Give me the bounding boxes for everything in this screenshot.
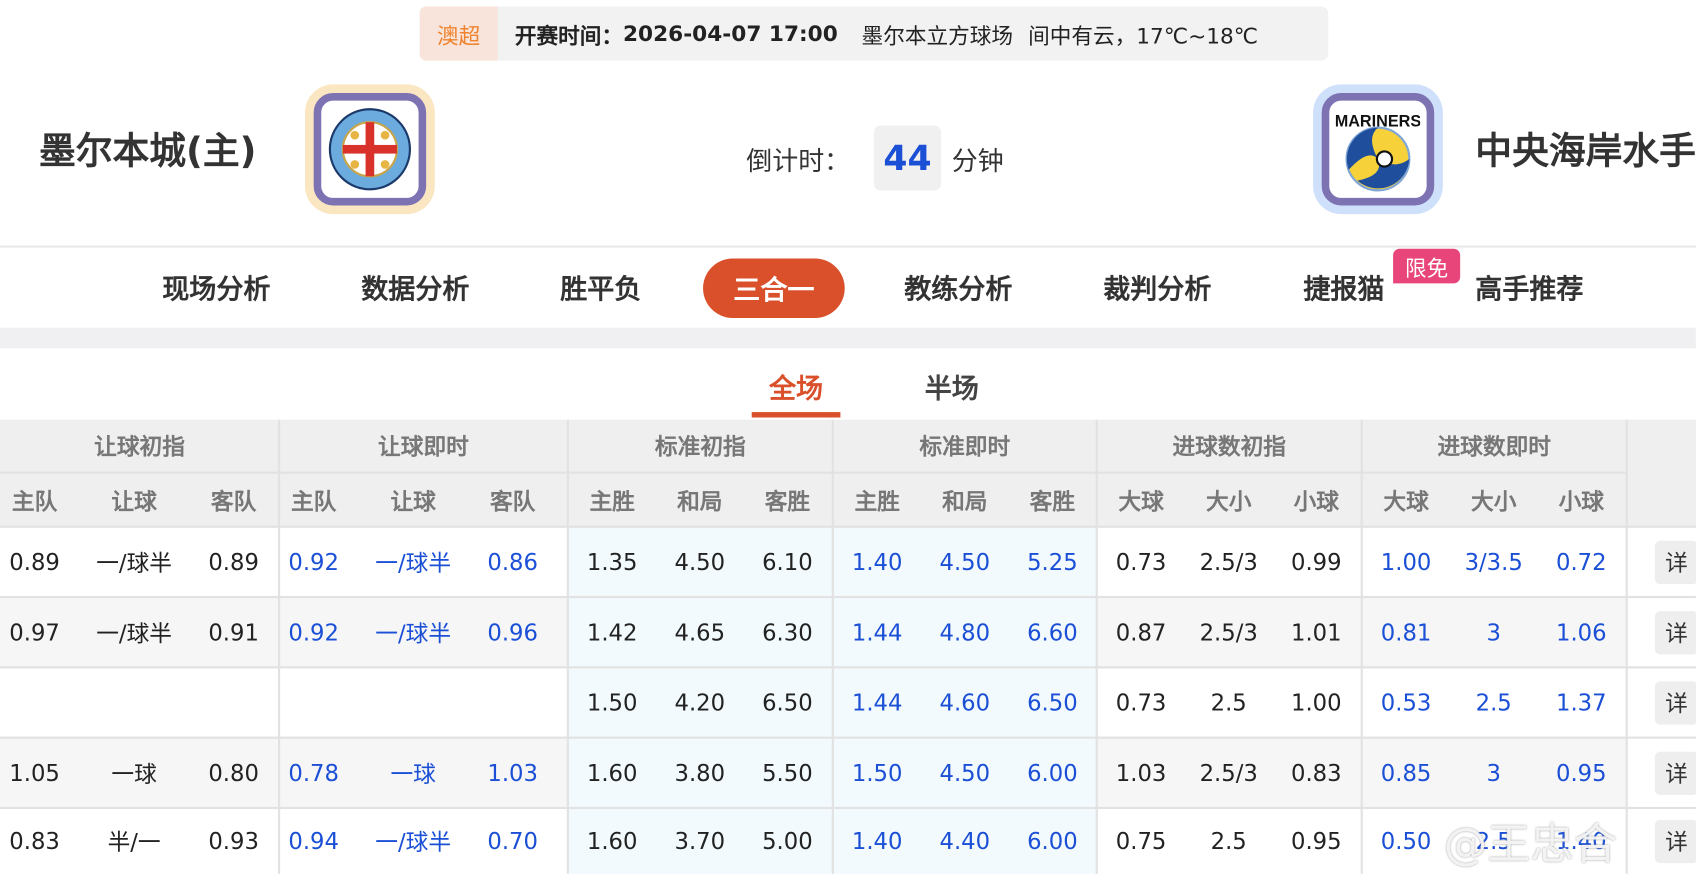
match-info-bar: 澳超 开赛时间： 2026-04-07 17:00 墨尔本立方球场 间中有云，1…: [419, 6, 1329, 61]
tab-expert-picks[interactable]: 高手推荐: [1475, 268, 1583, 307]
column-header: 大球: [1118, 488, 1164, 515]
odds-cell: 半/一: [107, 829, 161, 856]
home-team-logo[interactable]: [305, 84, 435, 215]
odds-cell: 0.86: [487, 548, 538, 575]
league-tag: 澳超: [419, 6, 498, 61]
countdown: 倒计时： 44 分钟: [746, 125, 1004, 191]
odds-cell: [260, 667, 368, 737]
subtab-active-indicator: [751, 412, 841, 418]
column-header: 主队: [11, 488, 58, 515]
column-header: 主胜: [589, 488, 635, 515]
melbourne-city-crest-icon: [328, 108, 412, 191]
odds-cell: 一/球半: [375, 549, 452, 576]
tab-live-analysis[interactable]: 现场分析: [162, 268, 270, 307]
home-team-name[interactable]: 墨尔本城(主): [39, 121, 256, 174]
group-header: 进球数即时: [1437, 433, 1552, 460]
odds-cell: 1.03: [487, 759, 538, 786]
weather: 间中有云，17℃~18℃: [1028, 22, 1259, 49]
odds-cell: [459, 667, 567, 737]
tab-coach-analysis[interactable]: 教练分析: [904, 268, 1012, 307]
odds-cell: 1.06: [1555, 619, 1607, 646]
column-header: 客胜: [1029, 488, 1076, 515]
group-header: 标准即时: [919, 433, 1011, 460]
column-header: 客队: [489, 488, 536, 515]
tab-referee-analysis[interactable]: 裁判分析: [1103, 268, 1211, 307]
odds-cell: 0.70: [487, 828, 538, 855]
group-header: 让球初指: [94, 433, 185, 460]
column-header: 主胜: [854, 488, 900, 515]
watermark: @王忠合: [1443, 819, 1617, 870]
odds-cell: 一球: [390, 760, 436, 787]
odds-cell: 1.05: [9, 759, 60, 786]
column-header: 小球: [1558, 488, 1605, 515]
venue: 墨尔本立方球场: [861, 22, 1013, 49]
odds-cell: [0, 667, 89, 737]
countdown-label: 倒计时：: [746, 145, 851, 176]
odds-cell: 0.72: [1555, 548, 1607, 575]
column-header: 小球: [1293, 488, 1340, 515]
section-separator: [0, 327, 1696, 349]
detail-button[interactable]: 详: [1654, 751, 1696, 795]
column-header: 大小: [1205, 488, 1252, 515]
mariners-crest-icon: MARINERS: [1336, 113, 1420, 192]
odds-cell: 一球: [111, 760, 157, 787]
column-header: 和局: [677, 488, 723, 515]
tab-data-analysis[interactable]: 数据分析: [361, 268, 469, 307]
odds-cell: [359, 667, 467, 737]
free-badge: 限免: [1393, 248, 1461, 284]
away-team-name[interactable]: 中央海岸水手: [1475, 121, 1696, 174]
column-header: 让球: [390, 488, 436, 515]
odds-cell: 0.97: [9, 619, 60, 646]
odds-cell: 0.92: [288, 548, 339, 575]
group-header: 标准初指: [654, 433, 746, 460]
countdown-value: 44: [873, 125, 941, 191]
subtab-half-time[interactable]: 半场: [925, 368, 979, 407]
group-header: 让球即时: [378, 433, 469, 460]
tab-jiebaomao[interactable]: 捷报猫: [1303, 268, 1384, 307]
column-header: 大球: [1383, 488, 1429, 515]
column-header: 让球: [111, 488, 157, 515]
kickoff-time: 2026-04-07 17:00: [623, 20, 838, 47]
column-header: 大小: [1470, 488, 1517, 515]
odds-cell: 0.95: [1555, 759, 1607, 786]
group-header: 进球数初指: [1172, 433, 1287, 460]
odds-cell: 0.89: [9, 548, 60, 575]
odds-cell: 一/球半: [96, 549, 173, 576]
odds-cell: 0.78: [288, 759, 339, 786]
away-team-logo[interactable]: MARINERS: [1313, 84, 1443, 215]
detail-button[interactable]: 详: [1654, 680, 1696, 725]
odds-cell: 一/球半: [96, 620, 173, 647]
divider: [0, 245, 1696, 248]
odds-cell: 1.37: [1555, 689, 1607, 716]
detail-button[interactable]: 详: [1654, 819, 1696, 864]
tab-win-draw-lose[interactable]: 胜平负: [560, 268, 641, 307]
column-header: 主队: [290, 488, 337, 515]
countdown-unit: 分钟: [951, 145, 1004, 176]
odds-cell: 0.92: [288, 619, 339, 646]
odds-cell: 0.94: [288, 828, 339, 855]
odds-cell: 一/球半: [375, 620, 452, 647]
detail-button[interactable]: 详: [1654, 610, 1696, 654]
odds-cell: 0.83: [9, 828, 60, 855]
column-header: 客胜: [764, 488, 811, 515]
subtab-full-time[interactable]: 全场: [769, 368, 823, 407]
column-header: 和局: [942, 488, 988, 515]
tab-three-in-one[interactable]: 三合一: [703, 258, 845, 318]
kickoff-label: 开赛时间：: [514, 22, 624, 49]
detail-button[interactable]: 详: [1654, 540, 1696, 584]
odds-cell: [80, 667, 188, 737]
odds-cell: 一/球半: [375, 829, 452, 856]
odds-cell: 0.96: [487, 619, 538, 646]
